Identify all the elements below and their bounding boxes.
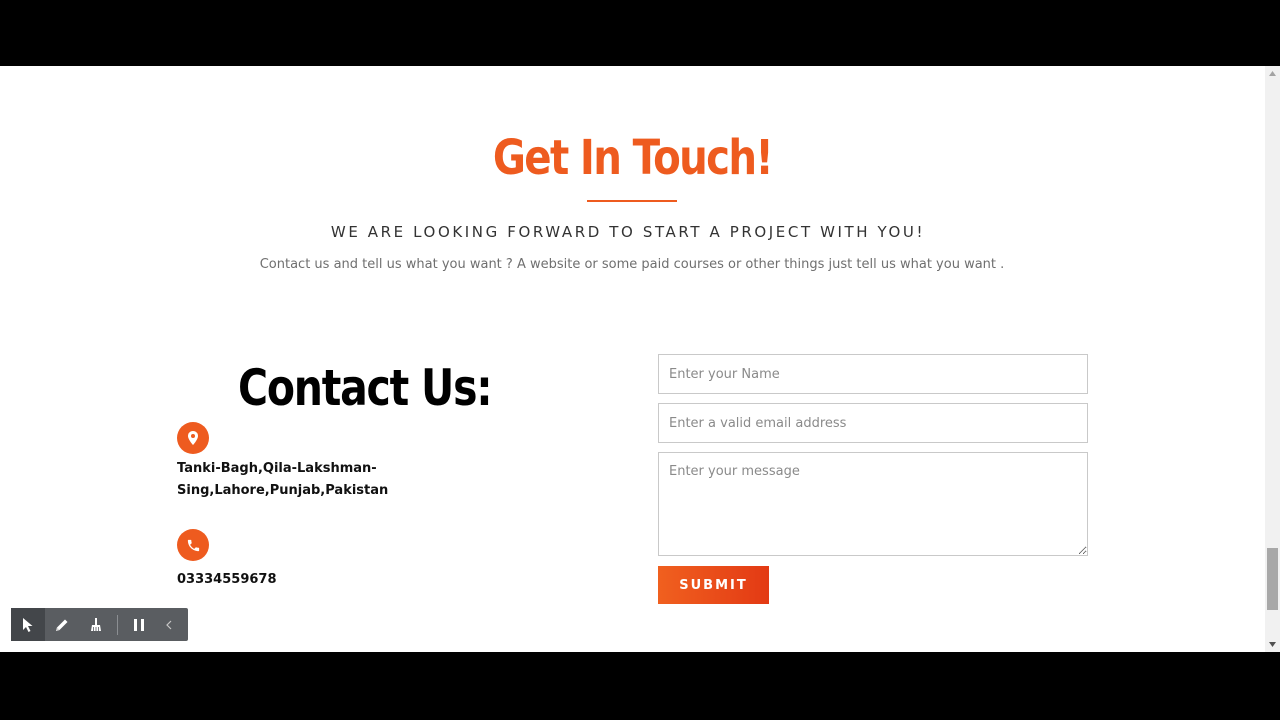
chevron-left-icon[interactable] <box>156 608 182 641</box>
toolbar-divider <box>117 614 118 635</box>
broom-icon[interactable] <box>79 608 113 641</box>
section-subtitle: WE ARE LOOKING FORWARD TO START A PROJEC… <box>330 223 926 241</box>
name-input[interactable] <box>658 354 1088 394</box>
section-description: Contact us and tell us what you want ? A… <box>259 257 1005 272</box>
scroll-thumb[interactable] <box>1267 548 1278 610</box>
page-title: Get In Touch! <box>492 130 774 186</box>
message-textarea[interactable] <box>658 452 1088 556</box>
address-line-2: Sing,Lahore,Punjab,Pakistan <box>177 483 389 498</box>
email-input[interactable] <box>658 403 1088 443</box>
browser-viewport: Get In Touch! WE ARE LOOKING FORWARD TO … <box>0 66 1280 652</box>
contact-page: Get In Touch! WE ARE LOOKING FORWARD TO … <box>0 66 1265 652</box>
phone-number: 03334559678 <box>177 572 277 587</box>
pen-icon[interactable] <box>45 608 79 641</box>
pause-icon[interactable] <box>122 608 156 641</box>
contact-heading: Contact Us: <box>238 359 493 417</box>
select-cursor-icon[interactable] <box>11 608 45 641</box>
scroll-down-icon[interactable] <box>1265 637 1280 652</box>
phone-icon <box>177 529 209 561</box>
map-pin-icon <box>177 422 209 454</box>
address-text: Tanki-Bagh,Qila-Lakshman- Sing,Lahore,Pu… <box>177 458 397 502</box>
page-scrollbar[interactable] <box>1265 66 1280 652</box>
scroll-up-icon[interactable] <box>1265 66 1280 81</box>
address-line-1: Tanki-Bagh,Qila-Lakshman- <box>177 461 377 476</box>
annotation-toolbar <box>11 608 188 641</box>
submit-button[interactable]: SUBMIT <box>658 566 769 604</box>
title-underline <box>587 200 677 202</box>
